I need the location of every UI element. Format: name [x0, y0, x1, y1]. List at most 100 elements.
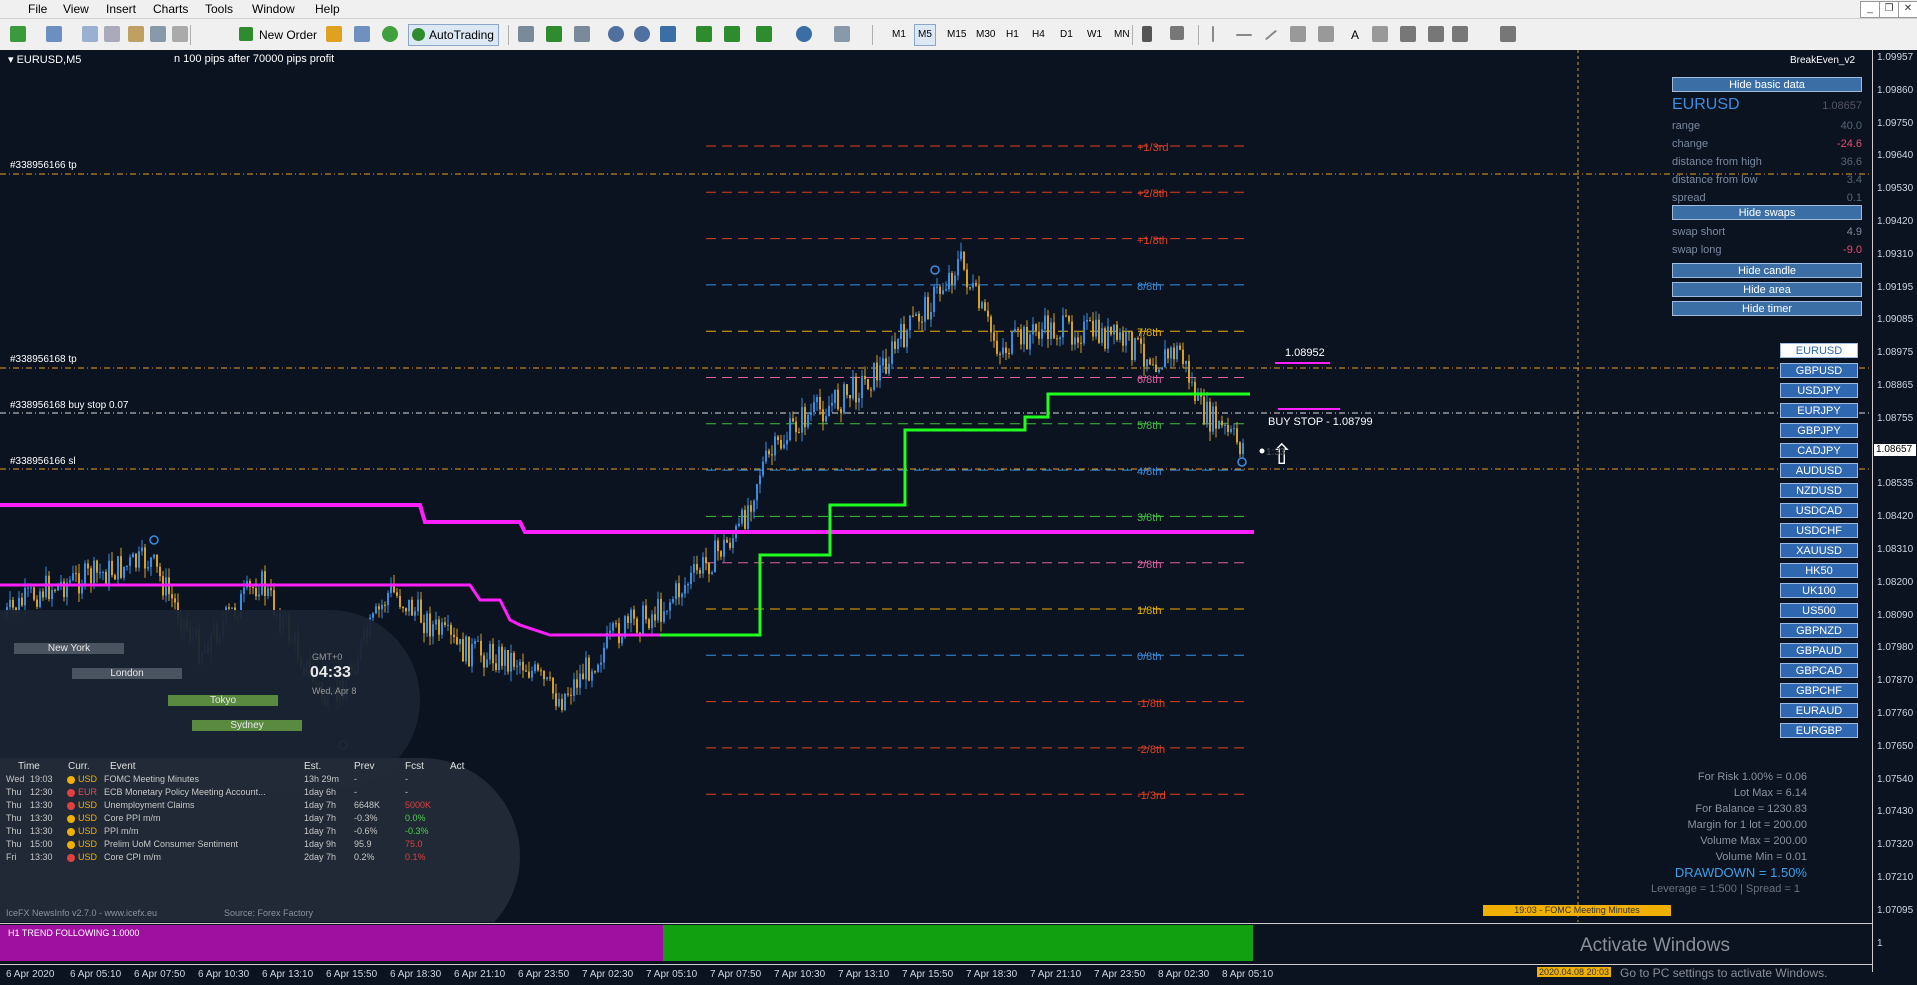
vertical-line-icon[interactable]: [1212, 26, 1214, 42]
timeframe-h4-button[interactable]: H4: [1028, 24, 1049, 46]
timeframe-mn-button[interactable]: MN: [1110, 24, 1134, 46]
hide-timer-button[interactable]: Hide timer: [1672, 301, 1862, 316]
chart-shift-icon[interactable]: [696, 26, 712, 42]
symbol-button-gbpusd[interactable]: GBPUSD: [1780, 363, 1858, 378]
symbol-button-gbpcad[interactable]: GBPCAD: [1780, 663, 1858, 678]
text-label-icon[interactable]: [1372, 26, 1388, 42]
candle-body: [1167, 349, 1169, 359]
market-watch-icon[interactable]: [82, 26, 98, 42]
signals-icon[interactable]: [354, 26, 370, 42]
symbol-button-eurjpy[interactable]: EURJPY: [1780, 403, 1858, 418]
market-icon[interactable]: [382, 26, 398, 42]
news-event: PPI m/m: [104, 826, 139, 836]
chart-area[interactable]: ▾ EURUSD,M5 n 100 pips after 70000 pips …: [0, 50, 1872, 922]
time-tick-label: 7 Apr 13:10: [838, 969, 890, 980]
timeframe-w1-button[interactable]: W1: [1083, 24, 1106, 46]
symbol-button-gbpchf[interactable]: GBPCHF: [1780, 683, 1858, 698]
menu-insert[interactable]: Insert: [106, 2, 136, 16]
candle-body: [642, 605, 644, 635]
zoom-in-icon[interactable]: [608, 26, 624, 42]
symbol-button-xauusd[interactable]: XAUUSD: [1780, 543, 1858, 558]
time-scale[interactable]: 6 Apr 2020 6 Apr 05:10 6 Apr 07:50 6 Apr 10…: [0, 964, 1872, 985]
crosshair-icon[interactable]: [1170, 26, 1184, 40]
fibonacci-icon[interactable]: [1318, 26, 1334, 42]
tile-windows-icon[interactable]: [660, 26, 676, 42]
symbol-button-usdjpy[interactable]: USDJPY: [1780, 383, 1858, 398]
menu-tools[interactable]: Tools: [205, 2, 233, 16]
symbol-button-cadjpy[interactable]: CADJPY: [1780, 443, 1858, 458]
price-tick-label: 1.07540: [1877, 773, 1914, 785]
channel-icon[interactable]: [1290, 26, 1306, 42]
candlestick-icon[interactable]: [546, 26, 562, 42]
gold-icon[interactable]: [326, 26, 342, 42]
symbol-button-usdchf[interactable]: USDCHF: [1780, 523, 1858, 538]
text-tool-icon[interactable]: A: [1348, 24, 1362, 46]
candle-body: [75, 573, 77, 575]
symbol-button-gbpnzd[interactable]: GBPNZD: [1780, 623, 1858, 638]
new-order-button[interactable]: New Order: [236, 24, 318, 46]
symbol-button-eurusd[interactable]: EURUSD: [1780, 343, 1858, 358]
periods-icon[interactable]: [796, 26, 812, 42]
order-label[interactable]: #338956166 sl: [10, 456, 76, 467]
hide-candle-button[interactable]: Hide candle: [1672, 263, 1862, 278]
autoscroll-icon[interactable]: [724, 26, 740, 42]
symbol-button-audusd[interactable]: AUDUSD: [1780, 463, 1858, 478]
timeframe-m15-button[interactable]: M15: [943, 24, 970, 46]
restore-button[interactable]: ❐: [1879, 1, 1899, 18]
price-scale[interactable]: 1.09957 1.09860 1.09750 1.09640 1.09530 1.094…: [1872, 50, 1917, 972]
symbol-button-euraud[interactable]: EURAUD: [1780, 703, 1858, 718]
timeframe-m1-button[interactable]: M1: [888, 24, 910, 46]
rectangle-icon[interactable]: [1400, 26, 1416, 42]
chart-symbol-label: ▾ EURUSD,M5: [8, 54, 82, 66]
profiles-icon[interactable]: [46, 26, 62, 42]
symbol-button-uk100[interactable]: UK100: [1780, 583, 1858, 598]
timeframe-d1-button[interactable]: D1: [1056, 24, 1077, 46]
line-chart-icon[interactable]: [574, 26, 590, 42]
symbol-button-eurgbp[interactable]: EURGBP: [1780, 723, 1858, 738]
symbol-button-gbpaud[interactable]: GBPAUD: [1780, 643, 1858, 658]
timeframe-m30-button[interactable]: M30: [972, 24, 999, 46]
timeframe-h1-button[interactable]: H1: [1002, 24, 1023, 46]
tester-icon[interactable]: [150, 26, 166, 42]
arrows-icon[interactable]: [1452, 26, 1468, 42]
timeframe-m5-button[interactable]: M5: [914, 24, 936, 46]
hide-area-button[interactable]: Hide area: [1672, 282, 1862, 297]
horizontal-line-icon[interactable]: [1236, 34, 1252, 36]
hide-basic-data-button[interactable]: Hide basic data: [1672, 77, 1862, 92]
news-forecast: 0.0%: [405, 813, 426, 823]
search-icon[interactable]: [172, 26, 188, 42]
order-label[interactable]: #338956168 tp: [10, 354, 77, 365]
symbol-button-nzdusd[interactable]: NZDUSD: [1780, 483, 1858, 498]
symbol-button-hk50[interactable]: HK50: [1780, 563, 1858, 578]
indicator-panel[interactable]: H1 TREND FOLLOWING 1.0000 Activate Windo…: [0, 923, 1872, 964]
shapes-dropdown-icon[interactable]: [1500, 26, 1516, 42]
autotrading-button[interactable]: AutoTrading: [408, 24, 499, 46]
new-chart-icon[interactable]: [10, 26, 26, 42]
close-button[interactable]: ✕: [1898, 1, 1917, 18]
menu-help[interactable]: Help: [315, 2, 340, 16]
indicators-icon[interactable]: [756, 26, 772, 42]
menu-charts[interactable]: Charts: [153, 2, 188, 16]
cursor-icon[interactable]: [1142, 26, 1152, 42]
trendline-icon[interactable]: [1264, 29, 1278, 41]
bar-chart-icon[interactable]: [518, 26, 534, 42]
minimize-button[interactable]: _: [1860, 1, 1880, 18]
zoom-out-icon[interactable]: [634, 26, 650, 42]
order-label[interactable]: #338956166 tp: [10, 160, 77, 171]
price-tick-label: 1.07760: [1877, 708, 1914, 719]
menu-view[interactable]: View: [63, 2, 89, 16]
hide-swaps-button[interactable]: Hide swaps: [1672, 205, 1862, 220]
news-estimate: 1day 7h: [304, 813, 337, 823]
triangle-icon[interactable]: [1428, 26, 1444, 42]
symbol-button-gbpjpy[interactable]: GBPJPY: [1780, 423, 1858, 438]
menu-file[interactable]: File: [28, 2, 47, 16]
terminal-icon[interactable]: [128, 26, 144, 42]
candle-body: [891, 341, 893, 364]
navigator-icon[interactable]: [104, 26, 120, 42]
templates-icon[interactable]: [834, 26, 850, 42]
menu-window[interactable]: Window: [252, 2, 295, 16]
symbol-button-us500[interactable]: US500: [1780, 603, 1858, 618]
symbol-button-usdcad[interactable]: USDCAD: [1780, 503, 1858, 518]
candle-body: [654, 614, 656, 621]
order-label[interactable]: #338956168 buy stop 0.07: [10, 400, 128, 411]
